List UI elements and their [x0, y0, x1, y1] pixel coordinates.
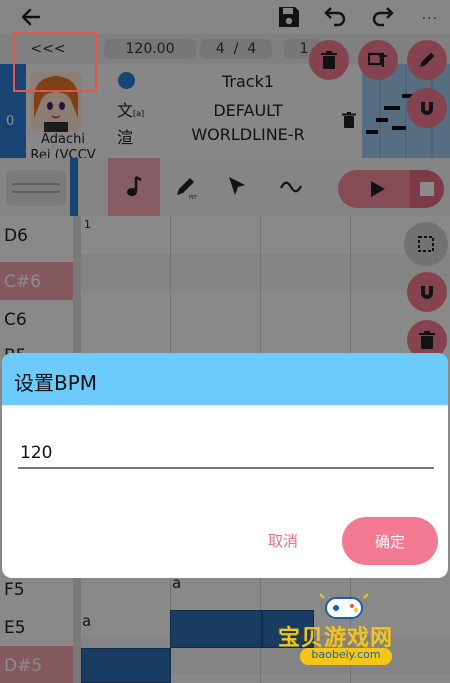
- confirm-button[interactable]: 确定: [342, 517, 438, 565]
- modal-overlay[interactable]: [0, 0, 450, 683]
- dialog-title: 设置BPM: [14, 371, 98, 395]
- set-bpm-dialog: 设置BPM 取消 确定: [2, 353, 448, 578]
- highlight-box: [13, 32, 97, 92]
- dialog-header: 设置BPM: [2, 353, 448, 405]
- watermark: 宝贝游戏网 baobeiy.com: [262, 590, 424, 670]
- watermark-url: baobeiy.com: [300, 648, 392, 665]
- bpm-input[interactable]: [18, 439, 434, 469]
- cancel-button[interactable]: 取消: [258, 525, 308, 555]
